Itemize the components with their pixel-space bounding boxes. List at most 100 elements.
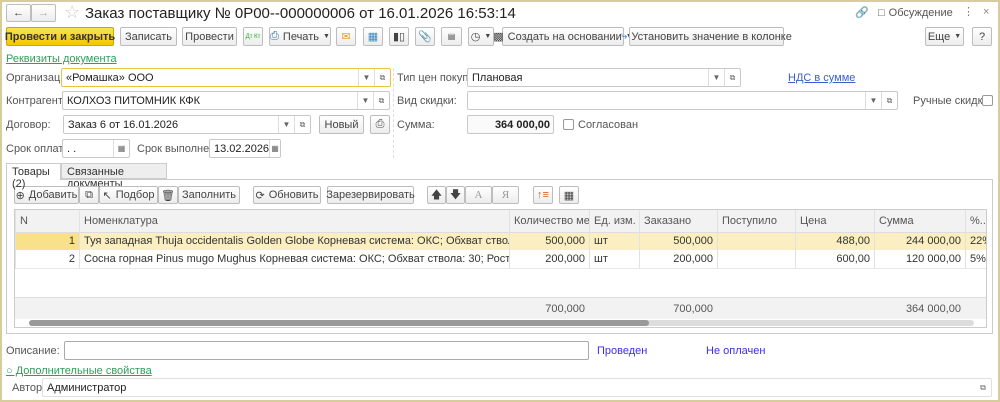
sort-desc-button[interactable]: Я <box>492 186 519 204</box>
col-unit[interactable]: Ед. изм. <box>589 210 640 233</box>
sort-list-icon[interactable]: ↑≡ <box>533 186 553 204</box>
page-title: Заказ поставщику № 0Р00--000000006 от 16… <box>85 5 516 22</box>
plus-circle-icon: ⊕ <box>15 189 25 202</box>
table-row[interactable]: 2 Сосна горная Pinus mugo Mughus Корневая… <box>15 250 986 268</box>
table-row[interactable]: 1 Туя западная Thuja occidentalis Golden … <box>15 232 986 250</box>
calendar-icon[interactable]: ▦ <box>113 140 129 157</box>
open-icon[interactable]: ⧉ <box>881 92 897 109</box>
col-price[interactable]: Цена <box>795 210 875 233</box>
posted-status-link[interactable]: Проведен <box>597 345 647 357</box>
scrollbar-thumb[interactable] <box>29 320 649 326</box>
horizontal-scrollbar[interactable] <box>29 320 974 326</box>
manual-discount-checkbox[interactable] <box>982 95 993 106</box>
open-icon[interactable]: ⧉ <box>724 69 740 86</box>
document-details-link[interactable]: Реквизиты документа <box>6 53 117 65</box>
exec-term-field[interactable]: 13.02.2026 ▦ <box>209 139 281 158</box>
refresh-button[interactable]: ⟳ Обновить <box>253 186 321 204</box>
cursor-icon: ↖ <box>102 189 112 202</box>
printer-icon: ⎙ <box>270 30 279 42</box>
discount-field[interactable]: ▼ ⧉ <box>467 91 898 110</box>
envelope-icon[interactable]: ✉ <box>336 27 356 46</box>
chevron-down-icon[interactable]: ▼ <box>865 92 881 109</box>
price-type-field[interactable]: Плановая ▼ ⧉ <box>467 68 741 87</box>
open-icon[interactable]: ⧉ <box>294 116 310 133</box>
table-totals: 700,000 700,000 364 000,00 <box>15 297 986 319</box>
chevron-down-icon: ▼ <box>954 33 962 40</box>
chevron-down-icon[interactable]: ▼ <box>357 92 373 109</box>
organization-field[interactable]: «Ромашка» ООО ▼ ⧉ <box>61 68 391 87</box>
chevron-down-icon[interactable]: ▼ <box>708 69 724 86</box>
table-header: N Номенклатура Количество мест Ед. изм. … <box>15 210 986 233</box>
more-button[interactable]: Еще ▼ <box>925 27 964 46</box>
barcode-icon[interactable]: ▮▯ <box>389 27 409 46</box>
agreed-label: Согласован <box>578 119 639 131</box>
sum-label: Сумма: <box>397 119 435 131</box>
structure-icon[interactable]: ▦ <box>363 27 383 46</box>
paperclip-icon[interactable]: 📎 <box>415 27 435 46</box>
new-contract-button[interactable]: Новый <box>319 115 364 134</box>
signature-icon[interactable]: ▤ <box>441 27 462 46</box>
description-field[interactable] <box>64 341 589 360</box>
chevron-down-icon[interactable]: ▼ <box>278 116 294 133</box>
chevron-down-icon[interactable]: ▼ <box>358 69 374 86</box>
manual-discount-label: Ручные скидки: <box>913 95 992 107</box>
sum-field: 364 000,00 <box>467 115 554 134</box>
star-icon[interactable]: ☆ <box>64 2 80 23</box>
move-up-icon[interactable]: 🡅 <box>427 186 446 204</box>
author-label: Автор: <box>12 382 46 394</box>
col-ordered[interactable]: Заказано <box>639 210 718 233</box>
tab-goods[interactable]: Товары (2) <box>6 163 61 190</box>
calendar-icon[interactable]: ▦ <box>269 140 280 157</box>
copy-icon[interactable]: ⧉ <box>79 186 99 204</box>
documents-icon: ▩ <box>493 31 504 43</box>
total-places: 700,000 <box>545 303 585 315</box>
reserve-button[interactable]: Зарезервировать <box>326 186 415 204</box>
print-button[interactable]: ⎙ Печать ▼ <box>269 27 331 46</box>
description-label: Описание: <box>6 345 60 357</box>
back-button[interactable]: ← <box>6 4 31 22</box>
pick-button[interactable]: ↖ Подбор <box>99 186 158 204</box>
vat-link[interactable]: НДС в сумме <box>788 72 855 84</box>
dt-kt-icon[interactable]: Дт Кт <box>243 27 263 46</box>
move-down-icon[interactable]: 🡇 <box>446 186 465 204</box>
forward-button[interactable]: → <box>31 4 56 22</box>
open-icon[interactable]: ⧉ <box>373 92 389 109</box>
more-vertical-icon[interactable]: ⋮ <box>963 5 974 18</box>
col-received[interactable]: Поступило <box>717 210 796 233</box>
col-places[interactable]: Количество мест <box>509 210 590 233</box>
fill-button[interactable]: Заполнить <box>178 186 240 204</box>
pay-term-field[interactable]: . . ▦ <box>62 139 130 158</box>
counterparty-field[interactable]: КОЛХОЗ ПИТОМНИК КФК ▼ ⧉ <box>62 91 390 110</box>
post-button[interactable]: Провести <box>182 27 237 46</box>
link-icon[interactable]: 🔗 <box>855 6 869 19</box>
post-and-close-button[interactable]: Провести и закрыть <box>5 27 115 46</box>
create-based-on-button[interactable]: ▩Создать на основании▼ <box>493 27 633 46</box>
col-vat[interactable]: %.. <box>965 210 986 233</box>
search-table-icon[interactable]: ▦ <box>559 186 579 204</box>
tab-related-docs[interactable]: Связанные документы <box>61 163 167 190</box>
comment-icon: □ <box>878 7 885 19</box>
additional-properties-link[interactable]: ○ Дополнительные свойства <box>6 365 152 377</box>
help-button[interactable]: ? <box>972 27 992 46</box>
col-nomenclature[interactable]: Номенклатура <box>79 210 510 233</box>
goods-table: N Номенклатура Количество мест Ед. изм. … <box>14 209 987 328</box>
col-n[interactable]: N <box>15 210 80 233</box>
col-sum[interactable]: Сумма <box>874 210 966 233</box>
reminder-button[interactable]: ◷ ▼ <box>468 27 494 46</box>
alarm-clock-icon: ◷ <box>470 31 481 43</box>
agreed-checkbox[interactable] <box>563 119 574 130</box>
discussion-button[interactable]: □ Обсуждение <box>878 7 953 19</box>
open-icon[interactable]: ⧉ <box>975 379 991 396</box>
open-icon[interactable]: ⧉ <box>374 69 390 86</box>
sort-asc-button[interactable]: А <box>465 186 492 204</box>
save-button[interactable]: Записать <box>120 27 177 46</box>
separator <box>393 68 394 158</box>
printer-icon[interactable]: ⎙ <box>370 115 390 134</box>
delete-icon[interactable]: 🗑 <box>158 186 178 204</box>
contract-label: Договор: <box>6 119 51 131</box>
contract-field[interactable]: Заказ 6 от 16.01.2026 ▼ ⧉ <box>63 115 311 134</box>
close-icon[interactable]: × <box>983 6 989 18</box>
author-field[interactable]: Администратор ⧉ <box>42 378 992 397</box>
set-column-value-button[interactable]: ⤷ Установить значение в колонке <box>621 27 792 46</box>
payment-status-link[interactable]: Не оплачен <box>706 345 765 357</box>
